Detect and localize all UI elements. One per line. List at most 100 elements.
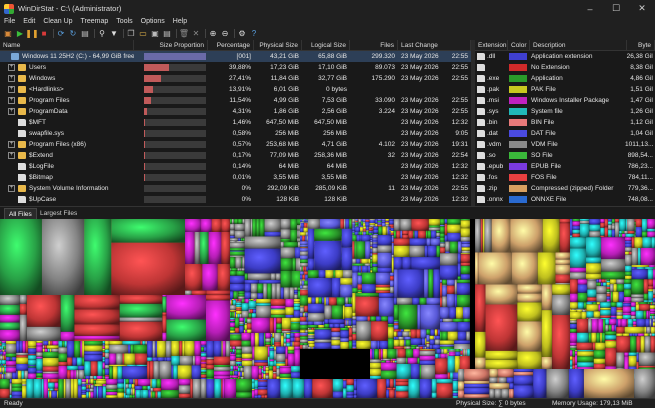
treemap-cell[interactable] <box>301 280 305 286</box>
treemap-cell[interactable] <box>390 358 392 361</box>
menu-help[interactable]: Help <box>169 17 191 27</box>
treemap-cell[interactable] <box>269 350 275 360</box>
treemap-cell[interactable] <box>234 230 245 239</box>
treemap-cell[interactable] <box>596 286 607 294</box>
treemap-cell[interactable] <box>307 338 315 339</box>
treemap-cell[interactable] <box>587 280 597 290</box>
treemap-cell[interactable] <box>571 308 576 310</box>
col-description[interactable]: Description <box>530 40 627 51</box>
treemap-cell[interactable] <box>632 320 637 322</box>
treemap-cell[interactable] <box>230 355 236 361</box>
treemap-cell[interactable] <box>391 257 394 273</box>
treemap-cell[interactable] <box>370 237 373 240</box>
treemap-cell[interactable] <box>446 353 448 359</box>
treemap-cell[interactable] <box>244 236 281 249</box>
treemap-cell[interactable] <box>28 365 37 367</box>
treemap-cell[interactable] <box>307 335 315 337</box>
treemap-cell[interactable] <box>645 319 650 327</box>
treemap-cell[interactable] <box>52 341 59 346</box>
treemap-cell[interactable] <box>300 248 308 252</box>
treemap-cell[interactable] <box>285 346 288 359</box>
treemap-cell[interactable] <box>241 303 249 311</box>
treemap-cell[interactable] <box>28 367 37 368</box>
treemap-cell[interactable] <box>436 236 440 239</box>
treemap-cell[interactable] <box>357 226 359 228</box>
expand-icon[interactable]: + <box>8 108 15 115</box>
treemap-cell[interactable] <box>141 389 143 398</box>
treemap-cell[interactable] <box>396 297 413 305</box>
treemap-cell[interactable] <box>429 335 435 340</box>
treemap-cell[interactable] <box>611 219 615 224</box>
treemap-cell[interactable] <box>0 388 10 398</box>
treemap-cell[interactable] <box>616 312 623 316</box>
treemap-cell[interactable] <box>574 364 578 369</box>
treemap-cell[interactable] <box>372 235 378 239</box>
treemap-cell[interactable] <box>464 369 490 381</box>
treemap-cell[interactable] <box>436 230 440 233</box>
treemap-cell[interactable] <box>352 272 358 288</box>
treemap-cell[interactable] <box>435 349 437 354</box>
treemap-cell[interactable] <box>290 337 295 342</box>
treemap-cell[interactable] <box>352 258 357 264</box>
treemap-cell[interactable] <box>355 227 361 232</box>
treemap-cell[interactable] <box>485 350 518 360</box>
treemap-cell[interactable] <box>448 349 456 350</box>
treemap-cell[interactable] <box>370 362 382 369</box>
treemap-cell[interactable] <box>230 375 232 378</box>
treemap-cell[interactable] <box>460 265 470 275</box>
treemap-cell[interactable] <box>372 226 374 228</box>
treemap-cell[interactable] <box>250 299 255 300</box>
treemap-cell[interactable] <box>22 382 27 385</box>
treemap-cell[interactable] <box>265 375 269 379</box>
treemap-cell[interactable] <box>552 284 570 295</box>
treemap-cell[interactable] <box>419 297 427 305</box>
treemap-cell[interactable] <box>600 315 611 318</box>
treemap-cell[interactable] <box>302 219 304 222</box>
treemap-cell[interactable] <box>377 252 392 268</box>
treemap-cell[interactable] <box>352 327 357 333</box>
treemap-cell[interactable] <box>185 290 192 295</box>
treemap-cell[interactable] <box>238 219 243 224</box>
treemap-cell[interactable] <box>43 379 49 398</box>
treemap-cell[interactable] <box>589 219 601 225</box>
treemap-cell[interactable] <box>147 385 151 390</box>
treemap-cell[interactable] <box>132 388 135 396</box>
treemap-cell[interactable] <box>1 349 5 351</box>
treemap-cell[interactable] <box>111 219 186 243</box>
treemap-cell[interactable] <box>600 219 605 223</box>
tree-row[interactable]: $UpCase 0% 128 KiB 128 KiB 23 May 2026 12:32 <box>0 194 471 205</box>
treemap-cell[interactable] <box>649 315 652 319</box>
tree-row[interactable]: + Program Files (x86) 0,57% 253,68 MiB 4,71 … <box>0 139 471 150</box>
treemap-cell[interactable] <box>237 299 239 302</box>
treemap-cell[interactable] <box>404 336 411 340</box>
treemap-cell[interactable] <box>610 279 617 285</box>
treemap-cell[interactable] <box>178 385 191 394</box>
treemap-cell[interactable] <box>305 330 308 333</box>
treemap-cell[interactable] <box>233 366 236 370</box>
treemap-cell[interactable] <box>352 232 355 236</box>
treemap-cell[interactable] <box>300 336 308 340</box>
treemap-cell[interactable] <box>359 231 363 236</box>
treemap-cell[interactable] <box>106 389 118 392</box>
treemap-cell[interactable] <box>44 345 47 349</box>
treemap-cell[interactable] <box>274 345 281 347</box>
treemap-cell[interactable] <box>22 379 27 383</box>
treemap-cell[interactable] <box>631 294 644 298</box>
treemap-cell[interactable] <box>254 360 268 363</box>
treemap-cell[interactable] <box>358 220 359 227</box>
treemap-cell[interactable] <box>517 321 542 352</box>
treemap-cell[interactable] <box>272 366 277 372</box>
treemap-cell[interactable] <box>393 346 405 349</box>
treemap-cell[interactable] <box>300 330 301 333</box>
treemap-cell[interactable] <box>152 357 158 362</box>
treemap-cell[interactable] <box>513 385 534 398</box>
treemap-cell[interactable] <box>426 238 431 246</box>
treemap-cell[interactable] <box>642 237 652 248</box>
col-last-change[interactable]: Last Change <box>398 40 471 51</box>
treemap-cell[interactable] <box>435 349 436 354</box>
extension-row[interactable]: .epub EPUB File 786,23... <box>475 161 655 172</box>
treemap-cell[interactable] <box>390 280 394 287</box>
treemap-cell[interactable] <box>247 317 252 319</box>
treemap-cell[interactable] <box>381 349 383 359</box>
treemap-cell[interactable] <box>381 358 383 361</box>
